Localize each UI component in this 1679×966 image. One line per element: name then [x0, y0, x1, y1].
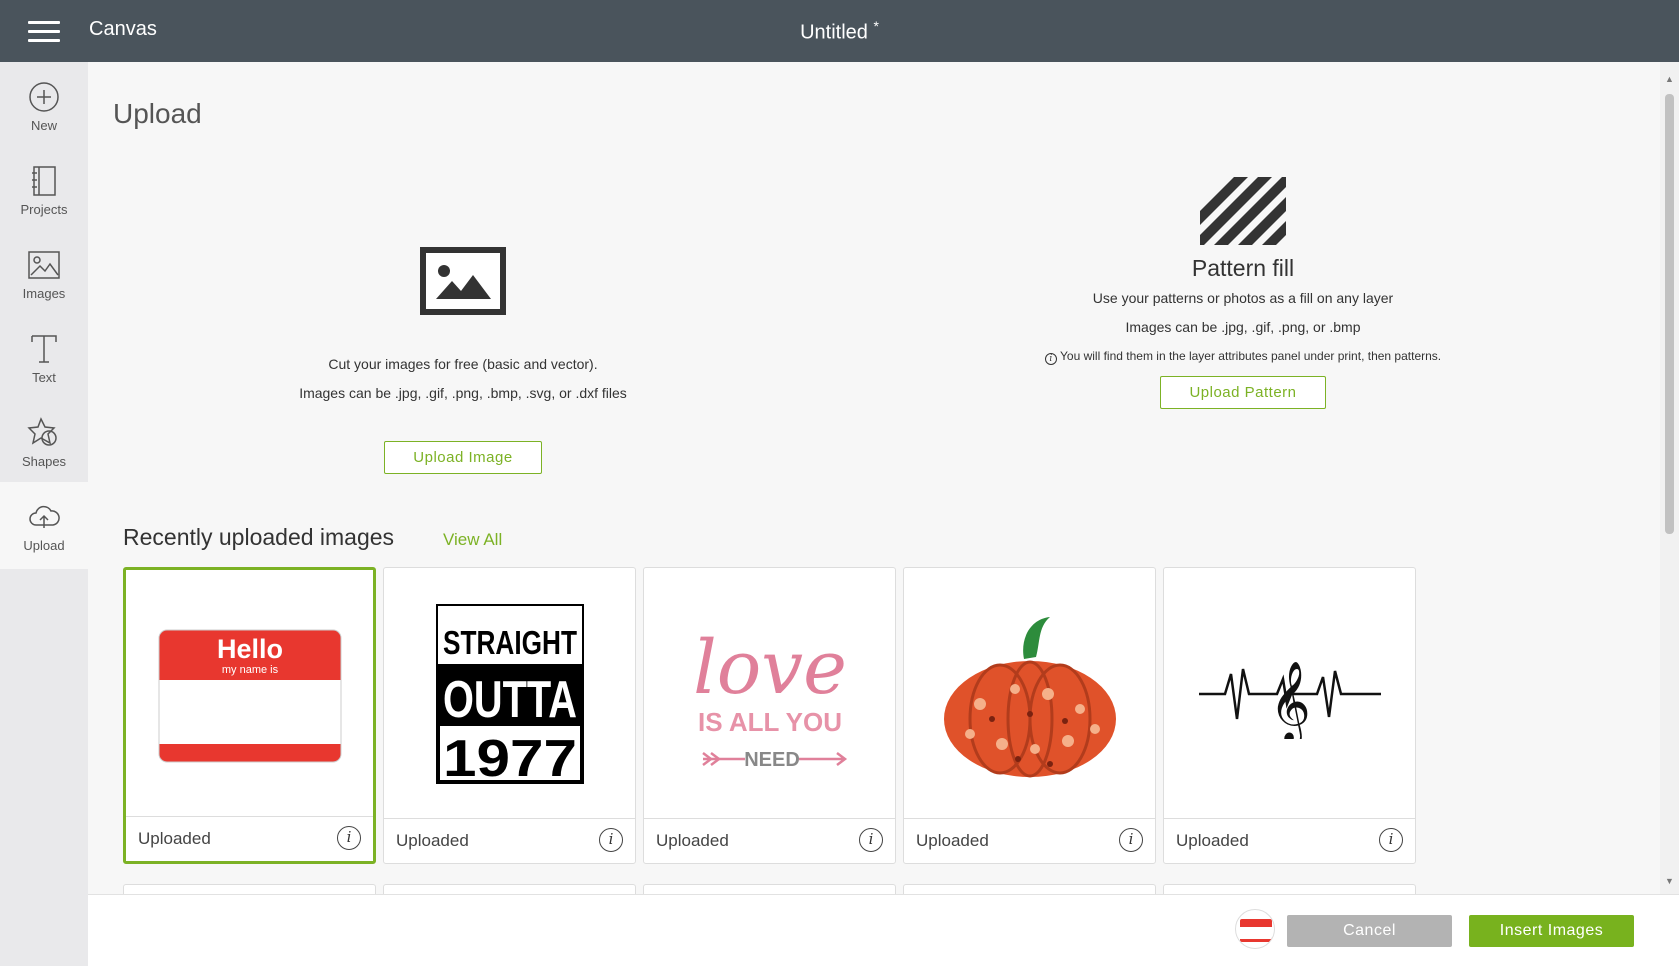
page-title: Upload: [113, 98, 202, 129]
plus-circle-icon: [29, 82, 59, 112]
uploaded-image-card-partial[interactable]: [903, 884, 1156, 894]
year-text: 1977: [443, 730, 577, 784]
upload-panel: Upload Cut your images for free (basic a…: [88, 62, 1660, 894]
card-caption: Uploaded: [138, 829, 211, 848]
card-footer: Uploaded i: [1164, 818, 1415, 863]
uploaded-image-card-partial[interactable]: [643, 884, 896, 894]
sidebar-item-label: Text: [32, 370, 56, 385]
pattern-fill-note: i You will find them in the layer attrib…: [958, 342, 1528, 370]
uploaded-image-card[interactable]: 𝄞 Uploaded i: [1163, 567, 1416, 864]
card-thumbnail: [904, 568, 1155, 820]
selected-image-preview: [1235, 909, 1275, 949]
scroll-up-arrow-icon[interactable]: ▲: [1665, 74, 1674, 84]
book-icon: [32, 166, 56, 196]
sidebar-item-label: New: [30, 118, 57, 133]
card-caption: Uploaded: [656, 831, 729, 850]
pattern-fill-note-text: You will find them in the layer attribut…: [1060, 349, 1442, 363]
uploaded-image-card[interactable]: Uploaded i: [903, 567, 1156, 864]
sidebar-item-projects[interactable]: Projects: [0, 146, 88, 233]
bottom-action-bar: Cancel Insert Images: [88, 894, 1679, 966]
card-footer: Uploaded i: [904, 818, 1155, 863]
sidebar-item-upload[interactable]: Upload: [0, 482, 88, 569]
scrollbar-thumb[interactable]: [1665, 94, 1674, 534]
pattern-fill-title: Pattern fill: [1191, 255, 1295, 281]
love-is-all-you-need-image: love IS ALL YOU NEED: [693, 625, 847, 769]
uploaded-image-card[interactable]: Hello my name is Uploaded i: [123, 567, 376, 864]
need-text: NEED: [744, 749, 800, 769]
uploaded-image-card-partial[interactable]: [1163, 884, 1416, 894]
text-t-icon: [31, 335, 57, 363]
view-all-link[interactable]: View All: [443, 530, 502, 550]
cloud-upload-icon: [29, 505, 60, 528]
image-upload-icon: [420, 247, 506, 315]
straight-outta-1977-image: STRAIGHT OUTTA 1977: [435, 604, 584, 784]
my-name-is-text: my name is: [221, 664, 278, 676]
hello-name-tag-thumbnail: [1240, 919, 1272, 942]
upload-image-button[interactable]: Upload Image: [384, 441, 542, 474]
is-all-you-text: IS ALL YOU: [698, 707, 842, 737]
heartbeat-treble-clef-image: 𝄞: [1198, 660, 1381, 739]
card-thumbnail: STRAIGHT OUTTA 1977: [384, 568, 635, 820]
hello-name-tag-image: Hello my name is: [158, 629, 341, 763]
unsaved-indicator: *: [873, 18, 879, 34]
treble-clef-glyph: 𝄞: [1269, 660, 1310, 739]
document-title-text: Untitled: [800, 21, 868, 44]
info-icon[interactable]: i: [859, 828, 883, 852]
uploaded-image-card-partial[interactable]: [383, 884, 636, 894]
card-footer: Uploaded i: [384, 818, 635, 863]
straight-text: STRAIGHT: [443, 624, 577, 661]
card-thumbnail: love IS ALL YOU NEED: [644, 568, 895, 820]
shapes-icon: [27, 417, 57, 446]
love-text: love: [693, 625, 847, 711]
vertical-scrollbar[interactable]: ▲ ▼: [1660, 62, 1679, 894]
scroll-down-arrow-icon[interactable]: ▼: [1665, 876, 1674, 886]
sidebar-item-new[interactable]: New: [0, 62, 88, 149]
uploaded-image-card[interactable]: STRAIGHT OUTTA 1977 Uploaded i: [383, 567, 636, 864]
uploaded-image-card-partial[interactable]: [123, 884, 376, 894]
pattern-fill-desc-2: Images can be .jpg, .gif, .png, or .bmp: [1125, 319, 1361, 335]
uploaded-image-card[interactable]: love IS ALL YOU NEED Uploaded i: [643, 567, 896, 864]
sidebar-item-label: Upload: [23, 538, 65, 553]
sidebar-item-label: Projects: [20, 202, 68, 217]
sidebar-item-text[interactable]: Text: [0, 314, 88, 401]
left-sidebar: New Projects Images Text Shapes Upload: [0, 62, 88, 966]
hello-text: Hello: [216, 634, 282, 664]
sidebar-item-label: Images: [22, 286, 66, 301]
image-icon: [28, 251, 60, 279]
sidebar-item-images[interactable]: Images: [0, 230, 88, 317]
info-icon[interactable]: i: [1119, 828, 1143, 852]
top-bar: Canvas Untitled *: [0, 0, 1679, 62]
card-caption: Uploaded: [1176, 831, 1249, 850]
info-icon[interactable]: i: [337, 826, 361, 850]
sidebar-item-shapes[interactable]: Shapes: [0, 398, 88, 485]
card-footer: Uploaded i: [126, 816, 373, 861]
pattern-fill-desc-1: Use your patterns or photos as a fill on…: [1092, 290, 1394, 306]
image-upload-section: Cut your images for free (basic and vect…: [188, 192, 738, 474]
cancel-button[interactable]: Cancel: [1287, 915, 1452, 947]
pattern-fill-section: Pattern fill Use your patterns or photos…: [958, 177, 1528, 409]
card-caption: Uploaded: [396, 831, 469, 850]
info-icon: i: [1044, 353, 1057, 365]
outta-text: OUTTA: [443, 671, 577, 729]
insert-images-button[interactable]: Insert Images: [1469, 915, 1634, 947]
image-upload-desc-1: Cut your images for free (basic and vect…: [328, 356, 598, 372]
info-icon[interactable]: i: [1379, 828, 1403, 852]
paisley-pumpkin-image: [943, 617, 1116, 778]
document-title[interactable]: Untitled *: [0, 18, 1679, 45]
upload-pattern-button[interactable]: Upload Pattern: [1160, 376, 1326, 409]
card-thumbnail: Hello my name is: [126, 570, 373, 822]
info-icon[interactable]: i: [599, 828, 623, 852]
recent-uploads-title: Recently uploaded images: [123, 524, 395, 550]
card-caption: Uploaded: [916, 831, 989, 850]
card-footer: Uploaded i: [644, 818, 895, 863]
card-thumbnail: 𝄞: [1164, 568, 1415, 820]
sidebar-item-label: Shapes: [21, 454, 67, 469]
pattern-stripes-icon: [1200, 177, 1286, 245]
image-upload-desc-2: Images can be .jpg, .gif, .png, .bmp, .s…: [299, 385, 627, 401]
